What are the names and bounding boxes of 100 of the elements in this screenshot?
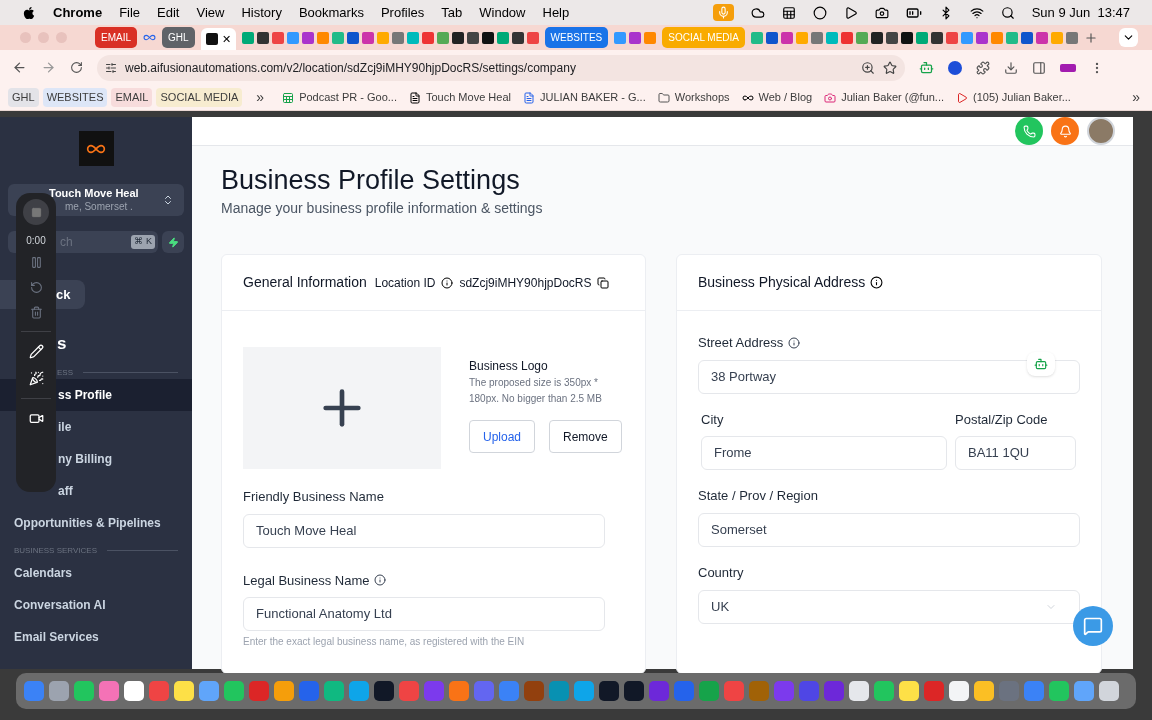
search-icon[interactable] xyxy=(1000,5,1015,20)
menu-item[interactable]: File xyxy=(119,2,141,23)
favicon-icon[interactable] xyxy=(931,31,944,44)
dock-app-icon[interactable] xyxy=(874,681,894,701)
dock-app-icon[interactable] xyxy=(624,681,644,701)
sidebar-item[interactable]: Calendars xyxy=(0,556,192,589)
bookmark-star-icon[interactable] xyxy=(883,60,897,75)
phone-button[interactable] xyxy=(1015,117,1043,145)
dock-app-icon[interactable] xyxy=(1099,681,1119,701)
wifi-icon[interactable] xyxy=(969,5,984,20)
menu-item[interactable]: View xyxy=(196,2,225,23)
favicon-icon[interactable] xyxy=(871,31,884,44)
sidebar-item[interactable]: ile xyxy=(0,410,192,443)
sidebar-item[interactable]: Opportunities & Pipelines xyxy=(0,506,192,539)
dock-app-icon[interactable] xyxy=(224,681,244,701)
bookmark-link[interactable]: Julian Baker (@fun... xyxy=(841,89,945,106)
dock-app-icon[interactable] xyxy=(974,681,994,701)
trash-icon[interactable] xyxy=(29,306,43,319)
country-select[interactable]: UK xyxy=(698,590,1080,624)
menu-item[interactable]: Tab xyxy=(441,2,463,23)
dock-app-icon[interactable] xyxy=(1049,681,1069,701)
bookmarks-more-button[interactable]: » xyxy=(256,87,265,108)
copy-icon[interactable] xyxy=(597,276,610,289)
robot-icon[interactable] xyxy=(919,60,934,75)
tab-group[interactable]: GHL xyxy=(162,27,195,48)
menu-item[interactable]: History xyxy=(241,2,282,23)
camera-icon[interactable] xyxy=(874,5,889,20)
menu-item[interactable]: Edit xyxy=(157,2,180,23)
favicon-icon[interactable] xyxy=(256,31,269,44)
bookmark-link[interactable]: (105) Julian Baker... xyxy=(973,89,1071,106)
sidebar-item[interactable]: aff xyxy=(0,474,192,507)
robot-badge[interactable] xyxy=(1027,352,1055,376)
download-icon[interactable] xyxy=(1004,60,1018,75)
zoom-icon[interactable] xyxy=(861,60,875,75)
apple-icon[interactable] xyxy=(22,5,36,20)
circle-icon[interactable] xyxy=(812,5,827,20)
microphone-icon[interactable] xyxy=(712,4,734,21)
dock-app-icon[interactable] xyxy=(49,681,69,701)
cloud-icon[interactable] xyxy=(750,5,765,20)
side-panel-icon[interactable] xyxy=(1032,60,1046,75)
remove-button[interactable]: Remove xyxy=(549,420,622,453)
restart-icon[interactable] xyxy=(29,281,43,294)
favicon-icon[interactable] xyxy=(886,31,899,44)
new-tab-icon[interactable] xyxy=(1084,30,1099,45)
bookmark-link[interactable]: Web / Blog xyxy=(758,89,813,106)
notifications-button[interactable] xyxy=(1051,117,1079,145)
bookmark-group[interactable]: WEBSITES xyxy=(42,88,108,107)
sidebar-item[interactable]: ny Billing xyxy=(0,442,192,475)
dock-app-icon[interactable] xyxy=(899,681,919,701)
forward-icon[interactable] xyxy=(41,60,56,75)
dock-app-icon[interactable] xyxy=(849,681,869,701)
bookmark-link[interactable]: JULIAN BAKER - G... xyxy=(539,89,646,106)
url-text[interactable]: web.aifusionautomations.com/v2/location/sdZcj9iMHY90hjpDocRS/settings/company xyxy=(125,58,853,77)
input-field[interactable]: Frome xyxy=(701,436,947,470)
tab-search-button[interactable] xyxy=(1119,28,1138,47)
site-settings-icon[interactable] xyxy=(105,61,117,74)
favicon-icon[interactable] xyxy=(466,31,479,44)
extension-icon[interactable] xyxy=(948,60,962,75)
favicon-icon[interactable] xyxy=(451,31,464,44)
table-icon[interactable] xyxy=(781,5,796,20)
sidebar-item[interactable]: Conversation AI xyxy=(0,588,192,621)
input-field[interactable]: Somerset xyxy=(698,512,1080,547)
input-field[interactable]: 38 Portway xyxy=(698,359,1080,394)
camera-icon[interactable] xyxy=(28,411,44,426)
dock-app-icon[interactable] xyxy=(274,681,294,701)
tab-group[interactable]: WEBSITES xyxy=(544,27,609,48)
bookmark-link[interactable]: Workshops xyxy=(674,89,730,106)
quick-action-button[interactable] xyxy=(162,231,184,253)
bookmarks-more-button[interactable]: » xyxy=(1132,87,1140,108)
pause-icon[interactable] xyxy=(29,256,43,269)
sidebar-item[interactable]: Email Services xyxy=(0,620,192,653)
upload-button[interactable]: Upload xyxy=(469,420,536,453)
menu-item[interactable]: Profiles xyxy=(380,2,425,23)
bookmark-group[interactable]: SOCIAL MEDIA xyxy=(156,88,243,107)
menu-item[interactable]: Help xyxy=(542,2,570,23)
address-bar[interactable]: web.aifusionautomations.com/v2/location/sdZcj9iMHY90hjpDocRS/settings/company xyxy=(97,54,905,81)
bookmark-link[interactable]: Touch Move Heal xyxy=(425,89,511,106)
active-tab[interactable]: ✕ xyxy=(200,28,236,50)
dock-app-icon[interactable] xyxy=(374,681,394,701)
bookmark-group[interactable]: GHL xyxy=(8,88,39,107)
confetti-icon[interactable] xyxy=(28,371,44,386)
bookmark-link[interactable]: Podcast PR - Goo... xyxy=(299,89,397,106)
menu-app-name[interactable]: Chrome xyxy=(53,2,103,23)
input-field[interactable]: Touch Move Heal xyxy=(243,513,605,548)
dock-app-icon[interactable] xyxy=(124,681,144,701)
dock-app-icon[interactable] xyxy=(949,681,969,701)
back-icon[interactable] xyxy=(12,60,27,75)
dock-app-icon[interactable] xyxy=(599,681,619,701)
favicon-icon[interactable] xyxy=(901,31,914,44)
reload-icon[interactable] xyxy=(70,61,83,74)
help-chat-button[interactable] xyxy=(1073,606,1113,646)
menu-item[interactable]: Bookmarks xyxy=(298,2,364,23)
play-icon[interactable] xyxy=(843,5,858,20)
tab-group[interactable]: EMAIL xyxy=(95,27,137,48)
input-field[interactable]: Functional Anatomy Ltd xyxy=(243,597,605,631)
extensions-icon[interactable] xyxy=(976,60,990,75)
profile-icon[interactable] xyxy=(1060,63,1076,72)
bookmark-group[interactable]: EMAIL xyxy=(111,88,153,107)
tab-close-button[interactable]: ✕ xyxy=(221,30,231,48)
favicon-icon[interactable] xyxy=(511,31,524,44)
